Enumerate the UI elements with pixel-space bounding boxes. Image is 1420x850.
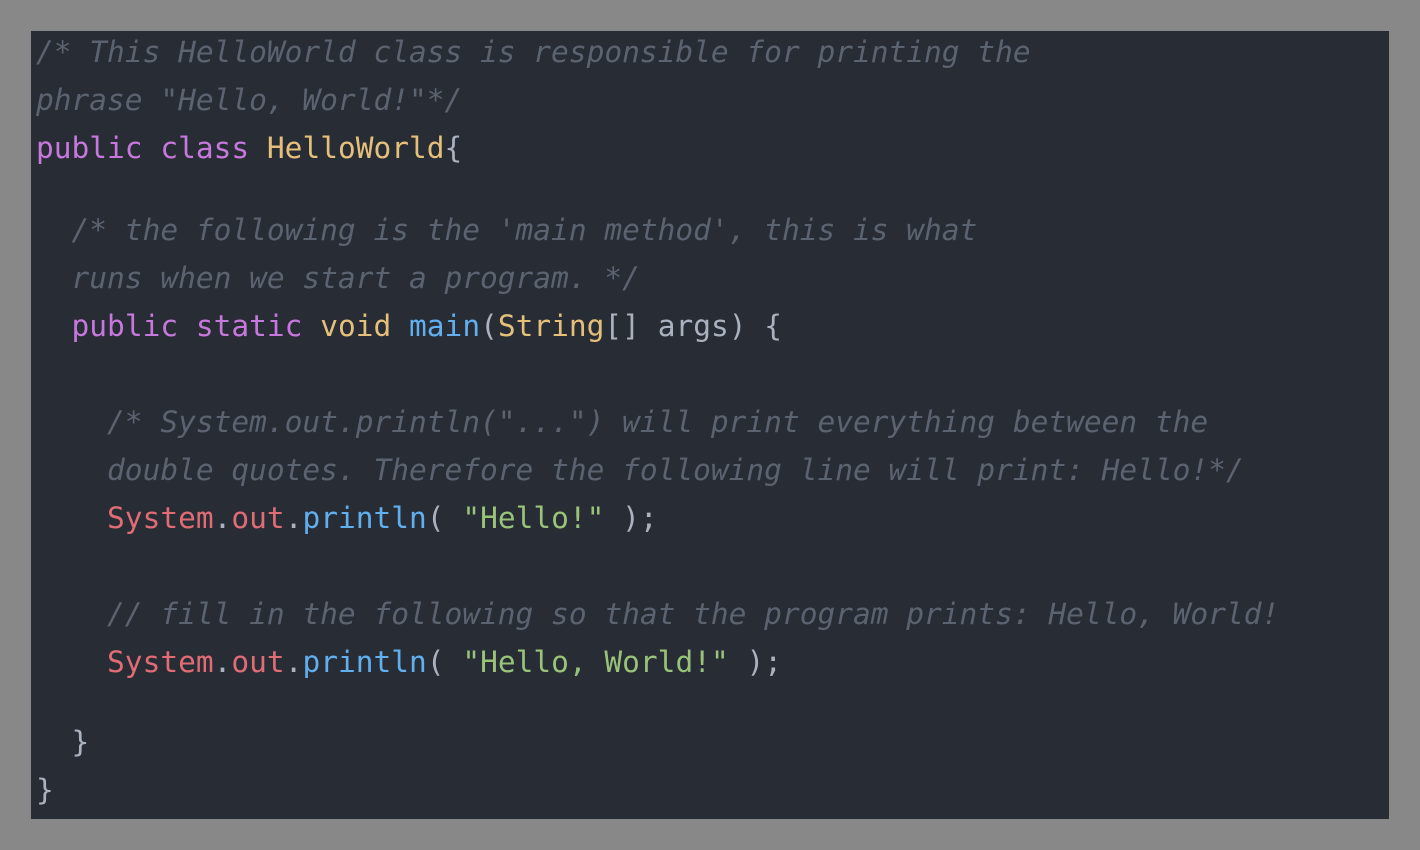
code-line-16: } xyxy=(36,725,90,759)
keyword-public: public xyxy=(71,309,179,343)
keyword-static: static xyxy=(195,309,303,343)
method-println: println xyxy=(302,645,427,679)
code-line-6: runs when we start a program. */ xyxy=(36,261,640,295)
code-line-11: System.out.println( "Hello!" ); xyxy=(36,494,658,542)
dot: . xyxy=(213,501,232,535)
class-name: HelloWorld xyxy=(266,131,445,165)
keyword-void: void xyxy=(320,309,392,343)
dot: . xyxy=(284,501,303,535)
param-rest: [] args) { xyxy=(604,309,783,343)
keyword-public: public xyxy=(36,131,143,165)
paren-open: ( xyxy=(480,309,498,343)
paren-close: ); xyxy=(604,501,658,535)
string-literal: "Hello!" xyxy=(462,501,605,535)
code-line-13: // fill in the following so that the pro… xyxy=(36,597,1280,631)
method-println: println xyxy=(302,501,427,535)
object-system: System xyxy=(107,501,214,535)
param-type-string: String xyxy=(497,309,605,343)
paren-open: ( xyxy=(426,501,463,535)
code-line-1: /* This HelloWorld class is responsible … xyxy=(36,35,1031,69)
paren-close: ); xyxy=(728,645,783,679)
code-line-5: /* the following is the 'main method', t… xyxy=(36,213,978,247)
keyword-class: class xyxy=(160,131,250,165)
open-brace: { xyxy=(444,131,463,165)
code-line-17: } xyxy=(36,773,54,807)
field-out: out xyxy=(231,645,285,679)
dot: . xyxy=(213,645,232,679)
method-name-main: main xyxy=(409,309,481,343)
code-editor[interactable]: /* This HelloWorld class is responsible … xyxy=(31,31,1389,819)
paren-open: ( xyxy=(426,645,463,679)
code-line-2: phrase "Hello, World!"*/ xyxy=(36,83,463,117)
field-out: out xyxy=(231,501,285,535)
object-system: System xyxy=(107,645,214,679)
code-line-3: public class HelloWorld{ xyxy=(36,124,462,172)
string-literal: "Hello, World!" xyxy=(462,645,729,679)
code-line-10: double quotes. Therefore the following l… xyxy=(36,453,1244,487)
code-line-9: /* System.out.println("...") will print … xyxy=(36,405,1209,439)
code-line-14: System.out.println( "Hello, World!" ); xyxy=(36,638,782,686)
dot: . xyxy=(284,645,303,679)
code-line-7: public static void main(String[] args) { xyxy=(36,302,783,350)
